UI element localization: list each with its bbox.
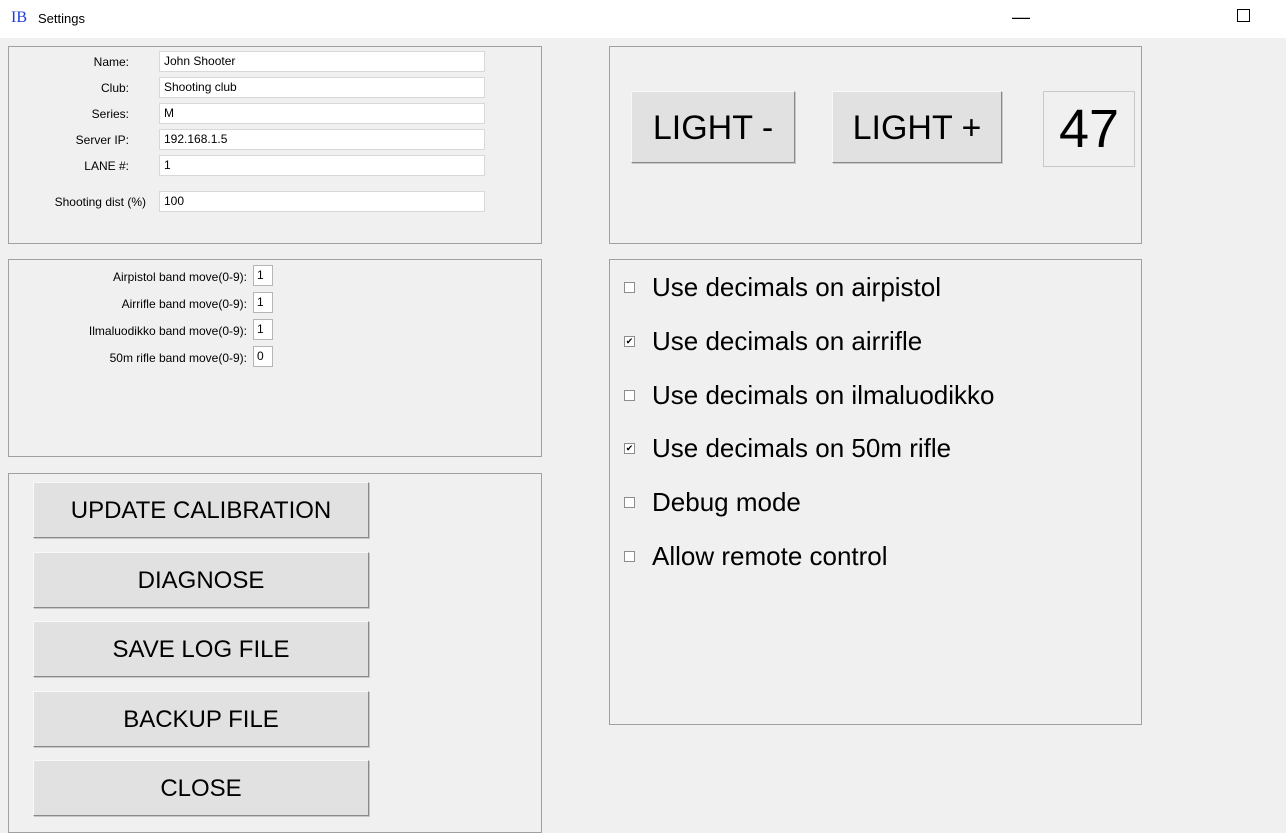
maximize-icon[interactable] [1237, 9, 1250, 22]
club-field[interactable]: Shooting club [159, 77, 485, 98]
airpistol-band-label: Airpistol band move(0-9): [112, 270, 247, 284]
airrifle-band-label: Airrifle band move(0-9): [121, 297, 247, 311]
50m-rifle-band-field[interactable]: 0 [253, 346, 273, 367]
ilmaluodikko-band-label: Ilmaluodikko band move(0-9): [88, 324, 247, 338]
option-label: Use decimals on airrifle [652, 326, 923, 356]
ilmaluodikko-band-field[interactable]: 1 [253, 319, 273, 340]
update-calibration-button[interactable]: UPDATE CALIBRATION [33, 482, 369, 538]
actions-panel: UPDATE CALIBRATION DIAGNOSE SAVE LOG FIL… [8, 473, 542, 833]
checkbox-decimals-airrifle[interactable]: ✔ [624, 336, 635, 347]
server-ip-field[interactable]: 192.168.1.5 [159, 129, 485, 150]
close-button[interactable]: CLOSE [33, 760, 369, 816]
lane-label: LANE #: [84, 159, 129, 173]
option-label: Allow remote control [652, 541, 888, 571]
lane-field[interactable]: 1 [159, 155, 485, 176]
option-label: Debug mode [652, 487, 801, 517]
name-field[interactable]: John Shooter [159, 51, 485, 72]
checkbox-decimals-airpistol[interactable] [624, 282, 635, 293]
window-title: Settings [38, 11, 85, 26]
options-panel: Use decimals on airpistol ✔ Use decimals… [609, 259, 1142, 725]
name-label: Name: [93, 55, 129, 69]
airpistol-band-field[interactable]: 1 [253, 265, 273, 286]
title-bar: IB Settings — [0, 0, 1286, 38]
shooting-dist-field[interactable]: 100 [159, 191, 485, 212]
server-ip-label: Server IP: [75, 133, 129, 147]
save-log-file-button[interactable]: SAVE LOG FILE [33, 621, 369, 677]
50m-rifle-band-label: 50m rifle band move(0-9): [109, 351, 247, 365]
checkbox-decimals-50m-rifle[interactable]: ✔ [624, 443, 635, 454]
light-minus-button[interactable]: LIGHT - [631, 91, 795, 163]
band-move-panel: Airpistol band move(0-9): 1 Airrifle ban… [8, 259, 542, 457]
shooting-dist-label: Shooting dist (%) [54, 195, 146, 209]
airrifle-band-field[interactable]: 1 [253, 292, 273, 313]
club-label: Club: [100, 81, 129, 95]
option-label: Use decimals on 50m rifle [652, 433, 952, 463]
diagnose-button[interactable]: DIAGNOSE [33, 552, 369, 608]
light-panel: LIGHT - LIGHT + 47 [609, 46, 1142, 244]
series-field[interactable]: M [159, 103, 485, 124]
option-label: Use decimals on airpistol [652, 272, 942, 302]
checkbox-debug-mode[interactable] [624, 497, 635, 508]
light-plus-button[interactable]: LIGHT + [832, 91, 1002, 163]
backup-file-button[interactable]: BACKUP FILE [33, 691, 369, 747]
checkbox-decimals-ilmaluodikko[interactable] [624, 390, 635, 401]
app-logo-icon: IB [11, 9, 27, 26]
light-level-display: 47 [1043, 91, 1135, 167]
checkbox-allow-remote-control[interactable] [624, 551, 635, 562]
shooter-info-panel: Name: John Shooter Club: Shooting club S… [8, 46, 542, 244]
minimize-icon[interactable]: — [1010, 6, 1032, 28]
series-label: Series: [91, 107, 129, 121]
option-label: Use decimals on ilmaluodikko [652, 380, 995, 410]
